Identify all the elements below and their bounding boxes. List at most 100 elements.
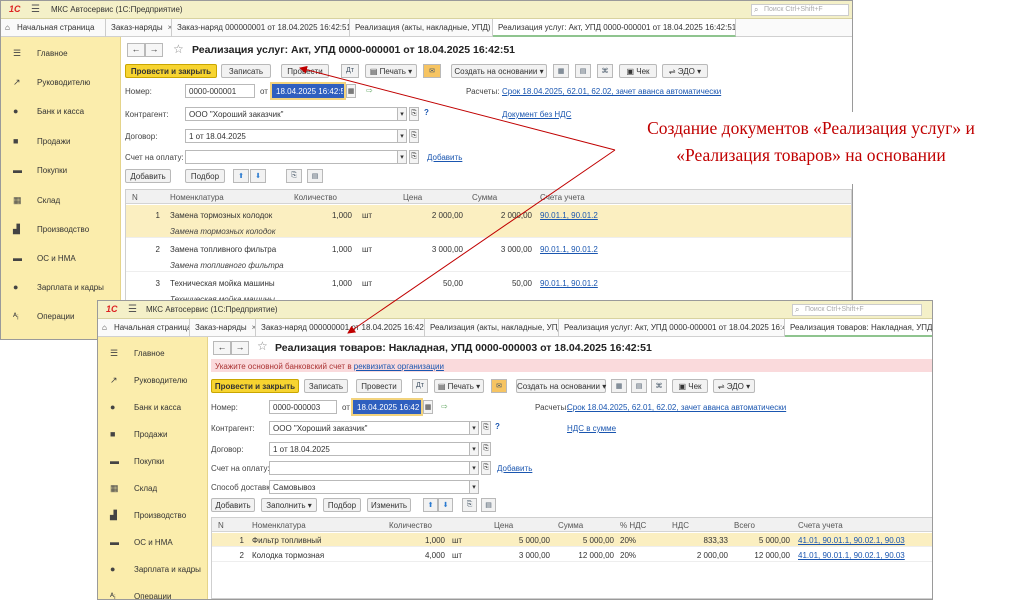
tab-goods-sale[interactable]: Реализация товаров: Накладная, УПД 0000-… — [785, 319, 932, 337]
contract-field[interactable]: 1 от 18.04.2025 — [269, 442, 479, 456]
invoice-add-link[interactable]: Добавить — [427, 153, 462, 162]
dropdown-icon[interactable]: ▾ — [469, 461, 479, 475]
tab-services-sale[interactable]: Реализация услуг: Акт, УПД 0000-000001 о… — [559, 319, 785, 337]
paste-row-icon[interactable]: ▤ — [307, 169, 323, 183]
global-search[interactable]: Поиск Ctrl+Shift+F — [751, 4, 849, 16]
invoice-field[interactable] — [185, 150, 407, 164]
move-down-icon[interactable]: ⬇ — [438, 498, 453, 512]
help-icon[interactable]: ? — [495, 422, 500, 431]
table-icon[interactable]: ▦ — [611, 379, 627, 393]
payments-link[interactable]: Срок 18.04.2025, 62.01, 62.02, зачет ава… — [502, 87, 721, 96]
dropdown-icon[interactable]: ▾ — [397, 129, 407, 143]
tab-home[interactable]: ⌂ Начальная страница — [98, 319, 190, 337]
tab-home[interactable]: ⌂ Начальная страница — [1, 19, 106, 37]
sidebar-item-assets[interactable]: ▬ ОС и НМА — [98, 532, 207, 552]
sidebar-item-sales[interactable]: ■ Продажи — [98, 424, 207, 444]
date-field[interactable]: 18.04.2025 16:42:51 — [272, 84, 344, 98]
sidebar-item-production[interactable]: ▟ Производство — [1, 219, 120, 239]
sidebar-item-purchases[interactable]: ▬ Покупки — [1, 160, 120, 180]
fill-button[interactable]: Заполнить ▾ — [261, 498, 317, 512]
date-field[interactable]: 18.04.2025 16:42:51 — [353, 400, 421, 414]
paste-row-icon[interactable]: ▤ — [481, 498, 496, 512]
report-icon[interactable]: ▤ — [631, 379, 647, 393]
table-icon[interactable]: ▦ — [553, 64, 569, 78]
doc-no-vat-link[interactable]: Документ без НДС — [502, 110, 571, 119]
sidebar-item-assets[interactable]: ▬ ОС и НМА — [1, 248, 120, 268]
sidebar-item-main[interactable]: ☰ Главное — [1, 43, 120, 63]
change-button[interactable]: Изменить — [367, 498, 411, 512]
save-button[interactable]: Записать — [221, 64, 271, 78]
open-icon[interactable]: ⎘ — [481, 461, 491, 475]
sidebar-item-warehouse[interactable]: ▦ Склад — [98, 478, 207, 498]
menu-icon[interactable]: ☰ — [128, 304, 137, 315]
sidebar-item-bank[interactable]: ● Банк и касса — [98, 397, 207, 417]
number-field[interactable]: 0000-000003 — [269, 400, 337, 414]
create-based-button[interactable]: Создать на основании ▾ — [451, 64, 547, 78]
sidebar-item-manager[interactable]: ↗ Руководителю — [98, 370, 207, 390]
contract-field[interactable]: 1 от 18.04.2025 — [185, 129, 407, 143]
table-row[interactable]: 2 Колодка тормозная 4,000 шт 3 000,00 12… — [212, 548, 932, 562]
tab-sales-list[interactable]: Реализация (акты, накладные, УПД)× — [350, 19, 493, 37]
table-row[interactable]: 2 Замена топливного фильтра Замена топли… — [126, 239, 851, 272]
dropdown-icon[interactable]: ▾ — [469, 421, 479, 435]
invoice-field[interactable] — [269, 461, 479, 475]
copy-row-icon[interactable]: ⎘ — [286, 169, 302, 183]
check-button[interactable]: ▣ Чек — [672, 379, 708, 393]
counterparty-field[interactable]: ООО "Хороший заказчик" — [269, 421, 479, 435]
dt-kt-icon[interactable]: Дт — [412, 379, 428, 393]
post-and-close-button[interactable]: Провести и закрыть — [125, 64, 217, 78]
counterparty-field[interactable]: ООО "Хороший заказчик" — [185, 107, 407, 121]
open-icon[interactable]: ⎘ — [409, 107, 419, 121]
sidebar-item-production[interactable]: ▟ Производство — [98, 505, 207, 525]
menu-icon[interactable]: ☰ — [31, 4, 40, 15]
sidebar-item-sales[interactable]: ■ Продажи — [1, 131, 120, 151]
tab-order-1[interactable]: Заказ-наряд 000000001 от 18.04.2025 16:4… — [172, 19, 350, 37]
back-button[interactable]: ← — [127, 43, 145, 57]
favorite-star-icon[interactable]: ☆ — [257, 339, 268, 353]
post-and-close-button[interactable]: Провести и закрыть — [211, 379, 299, 393]
open-icon[interactable]: ⎘ — [409, 129, 419, 143]
forward-button[interactable]: → — [231, 341, 249, 355]
forward-button[interactable]: → — [145, 43, 163, 57]
tab-orders[interactable]: Заказ-наряды × — [106, 19, 172, 37]
edo-button[interactable]: ⇌ ЭДО ▾ — [713, 379, 755, 393]
mail-icon[interactable]: ✉ — [491, 379, 507, 393]
calendar-icon[interactable]: ▦ — [346, 84, 356, 98]
move-up-icon[interactable]: ⬆ — [233, 169, 249, 183]
open-icon[interactable]: ⎘ — [481, 442, 491, 456]
print-button[interactable]: ▤ Печать ▾ — [365, 64, 417, 78]
attach-icon[interactable]: ⌘ — [651, 379, 667, 393]
copy-date-icon[interactable]: ⇨ — [441, 402, 448, 411]
global-search[interactable]: Поиск Ctrl+Shift+F — [792, 304, 922, 316]
sidebar-item-payroll[interactable]: ● Зарплата и кадры — [1, 277, 120, 297]
back-button[interactable]: ← — [213, 341, 231, 355]
add-row-button[interactable]: Добавить — [211, 498, 255, 512]
dropdown-icon[interactable]: ▾ — [397, 107, 407, 121]
sidebar-item-purchases[interactable]: ▬ Покупки — [98, 451, 207, 471]
dropdown-icon[interactable]: ▾ — [469, 442, 479, 456]
tab-sales-list[interactable]: Реализация (акты, накладные, УПД)× — [425, 319, 559, 337]
vat-in-sum-link[interactable]: НДС в сумме — [567, 424, 616, 433]
select-button[interactable]: Подбор — [185, 169, 225, 183]
create-based-button[interactable]: Создать на основании ▾ — [516, 379, 606, 393]
select-button[interactable]: Подбор — [323, 498, 361, 512]
dropdown-icon[interactable]: ▾ — [397, 150, 407, 164]
sidebar-item-main[interactable]: ☰ Главное — [98, 343, 207, 363]
post-button[interactable]: Провести — [356, 379, 402, 393]
sidebar-item-manager[interactable]: ↗ Руководителю — [1, 72, 120, 92]
dropdown-icon[interactable]: ▾ — [469, 480, 479, 494]
sidebar-item-payroll[interactable]: ● Зарплата и кадры — [98, 559, 207, 579]
mail-icon[interactable]: ✉ — [423, 64, 441, 78]
table-row[interactable]: 1 Фильтр топливный 1,000 шт 5 000,00 5 0… — [212, 533, 932, 547]
calendar-icon[interactable]: ▦ — [423, 400, 433, 414]
move-up-icon[interactable]: ⬆ — [423, 498, 438, 512]
copy-row-icon[interactable]: ⎘ — [462, 498, 477, 512]
open-icon[interactable]: ⎘ — [409, 150, 419, 164]
sidebar-item-bank[interactable]: ● Банк и касса — [1, 101, 120, 121]
number-field[interactable]: 0000-000001 — [185, 84, 255, 98]
copy-date-icon[interactable]: ⇨ — [366, 86, 373, 95]
print-button[interactable]: ▤ Печать ▾ — [434, 379, 484, 393]
move-down-icon[interactable]: ⬇ — [250, 169, 266, 183]
help-icon[interactable]: ? — [424, 108, 429, 117]
post-button[interactable]: Провести — [281, 64, 329, 78]
